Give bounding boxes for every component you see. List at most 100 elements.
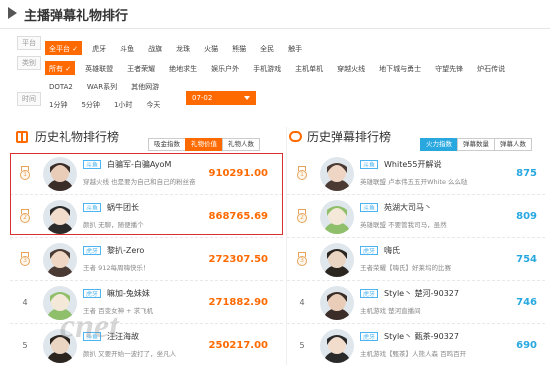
anchor-name[interactable]: White55开解说 xyxy=(384,159,441,170)
rank-number: 4 xyxy=(299,298,305,307)
anchor-description: 英雄联盟 卢本伟五五开White 么么哒 xyxy=(360,178,468,186)
time-filter-row: 时间 1分钟 5分钟 1小时 今天 07-02 xyxy=(17,91,537,111)
platform-filter-label: 平台 xyxy=(17,36,41,50)
category-option[interactable]: 绝地求生 xyxy=(165,61,201,75)
rank-number: 5 xyxy=(22,341,28,350)
platform-option[interactable]: 龙珠 xyxy=(172,41,194,55)
time-filter-label: 时间 xyxy=(17,92,41,106)
watermark-logo: cnet xyxy=(60,308,119,345)
barrage-row[interactable]: 4 虎牙 Style丶 楚河-90327 主机游戏 楚河直播间 746 xyxy=(287,281,545,324)
barrage-row[interactable]: 2 斗鱼 苑湖大司马丶 英雄联盟 不要管我司马，虽然 809 xyxy=(287,195,545,238)
category-option[interactable]: 王者荣耀 xyxy=(123,61,159,75)
medal-rank: 3 xyxy=(20,256,30,266)
time-option[interactable]: 1分钟 xyxy=(45,97,71,111)
platform-badge: 虎牙 xyxy=(83,289,102,298)
platform-option[interactable]: 斗鱼 xyxy=(116,41,138,55)
medal-icon: 1 xyxy=(296,166,308,181)
category-option[interactable]: 炉石传说 xyxy=(473,61,509,75)
category-option[interactable]: 所有 ✓ xyxy=(45,61,76,75)
platform-option[interactable]: 火猫 xyxy=(200,41,222,55)
page-title: 主播弹幕礼物排行 xyxy=(24,9,129,24)
medal-rank: 3 xyxy=(297,256,307,266)
gift-tab[interactable]: 礼物价值 xyxy=(185,138,223,151)
barrage-tab[interactable]: 火力指数 xyxy=(420,138,458,151)
rank-value: 250217.00 xyxy=(208,340,268,351)
platform-options: 全平台 ✓ 虎牙 斗鱼 战旗 龙珠 火猫 熊猫 全民 触手 xyxy=(45,36,312,55)
barrage-row[interactable]: 3 虎牙 嗨氏 王者荣耀【嗨氏】好莱坞的比赛 754 xyxy=(287,238,545,281)
check-icon: ✓ xyxy=(70,45,79,53)
category-options-more: DOTA2 WAR系列 其他网游 xyxy=(45,74,169,93)
platform-filter-row: 平台 全平台 ✓ 虎牙 斗鱼 战旗 龙珠 火猫 熊猫 全民 触手 xyxy=(17,36,537,55)
category-option[interactable]: 其他网游 xyxy=(127,79,163,93)
avatar[interactable] xyxy=(320,157,354,191)
platform-badge: 虎牙 xyxy=(360,332,379,341)
avatar[interactable] xyxy=(320,200,354,234)
anchor-description: 颜扒 又要开始一波打了，坐凡人 xyxy=(83,350,177,358)
avatar[interactable] xyxy=(43,243,77,277)
gift-tab[interactable]: 礼物人数 xyxy=(222,138,260,151)
anchor-name[interactable]: 黎扒-Zero xyxy=(107,245,144,256)
gift-ranking-tabs: 吸金指数 礼物价值 礼物人数 xyxy=(148,131,260,151)
barrage-ranking-title: 历史弹幕排行榜 xyxy=(307,130,392,144)
chevron-down-icon xyxy=(244,96,250,100)
time-options: 1分钟 5分钟 1小时 今天 xyxy=(45,92,170,111)
check-icon: ✓ xyxy=(63,65,72,73)
platform-option[interactable]: 熊猫 xyxy=(228,41,250,55)
time-option[interactable]: 1小时 xyxy=(110,97,136,111)
category-option[interactable]: DOTA2 xyxy=(45,79,77,93)
platform-badge: 虎牙 xyxy=(83,246,102,255)
category-option[interactable]: 守望先锋 xyxy=(431,61,467,75)
medal-icon: 2 xyxy=(296,209,308,224)
category-option[interactable]: 英雄联盟 xyxy=(81,61,117,75)
date-select[interactable]: 07-02 xyxy=(186,91,256,105)
date-select-value: 07-02 xyxy=(192,94,213,102)
category-filter-label: 类别 xyxy=(17,56,41,70)
page-header: 主播弹幕礼物排行 xyxy=(0,0,550,29)
platform-option[interactable]: 战旗 xyxy=(144,41,166,55)
anchor-name[interactable]: Style丶 楚河-90327 xyxy=(384,288,459,299)
gift-row[interactable]: 5 斗鱼 汪汪海故 颜扒 又要开始一波打了，坐凡人 250217.00 xyxy=(10,324,283,365)
avatar[interactable] xyxy=(320,243,354,277)
category-option[interactable]: WAR系列 xyxy=(83,79,121,93)
rank-value: 271882.90 xyxy=(208,297,268,308)
category-option[interactable]: 穿越火线 xyxy=(333,61,369,75)
anchor-description: 王者 912每周嗨快乐！ xyxy=(83,264,150,272)
medal-icon: 3 xyxy=(296,252,308,267)
platform-option[interactable]: 全平台 ✓ xyxy=(45,41,83,55)
category-option[interactable]: 地下城与勇士 xyxy=(375,61,425,75)
platform-option[interactable]: 全民 xyxy=(256,41,278,55)
anchor-description: 主机游戏【甄茶】人熊人森 百鸣百开 xyxy=(360,350,467,358)
play-icon xyxy=(8,7,17,19)
avatar[interactable] xyxy=(320,329,354,363)
rank-number: 4 xyxy=(22,298,28,307)
gift-tab[interactable]: 吸金指数 xyxy=(148,138,186,151)
platform-option[interactable]: 虎牙 xyxy=(88,41,110,55)
time-option[interactable]: 今天 xyxy=(142,97,164,111)
anchor-name[interactable]: 嘛加-兔妹妹 xyxy=(107,288,150,299)
platform-badge: 虎牙 xyxy=(360,289,379,298)
platform-badge: 斗鱼 xyxy=(360,160,379,169)
anchor-description: 英雄联盟 不要管我司马，虽然 xyxy=(360,221,447,229)
medal-rank: 2 xyxy=(297,213,307,223)
category-option[interactable]: 娱乐户外 xyxy=(207,61,243,75)
barrage-ranking-list: 1 斗鱼 White55开解说 英雄联盟 卢本伟五五开White 么么哒 875 2 斗鱼苑… xyxy=(287,152,545,365)
avatar[interactable] xyxy=(320,286,354,320)
anchor-name[interactable]: 苑湖大司马丶 xyxy=(384,202,432,213)
barrage-row[interactable]: 5 虎牙 Style丶 甄茶-90327 主机游戏【甄茶】人熊人森 百鸣百开 690 xyxy=(287,324,545,365)
rank-value: 754 xyxy=(516,254,537,265)
time-option[interactable]: 5分钟 xyxy=(77,97,103,111)
platform-option[interactable]: 触手 xyxy=(284,41,306,55)
rank-number: 5 xyxy=(299,341,305,350)
barrage-row[interactable]: 1 斗鱼 White55开解说 英雄联盟 卢本伟五五开White 么么哒 875 xyxy=(287,152,545,195)
gift-row[interactable]: 3 虎牙 黎扒-Zero 王者 912每周嗨快乐！ 272307.50 xyxy=(10,238,283,281)
chat-bubble-icon xyxy=(289,131,302,142)
anchor-name[interactable]: Style丶 甄茶-90327 xyxy=(384,331,459,342)
anchor-description: 王者荣耀【嗨氏】好莱坞的比赛 xyxy=(360,264,451,272)
barrage-tab[interactable]: 弹幕人数 xyxy=(494,138,532,151)
category-option[interactable]: 手机游戏 xyxy=(249,61,285,75)
anchor-name[interactable]: 嗨氏 xyxy=(384,245,400,256)
category-option[interactable]: 主机单机 xyxy=(291,61,327,75)
category-filter-row: 类别 所有 ✓ 英雄联盟 王者荣耀 绝地求生 娱乐户外 手机游戏 主机单机 穿越火线 地下城与勇… xyxy=(17,56,537,75)
gift-row[interactable]: 4 虎牙 嘛加-兔妹妹 王者 百变女神 + 求飞机 271882.90 xyxy=(10,281,283,324)
barrage-tab[interactable]: 弹幕数量 xyxy=(457,138,495,151)
